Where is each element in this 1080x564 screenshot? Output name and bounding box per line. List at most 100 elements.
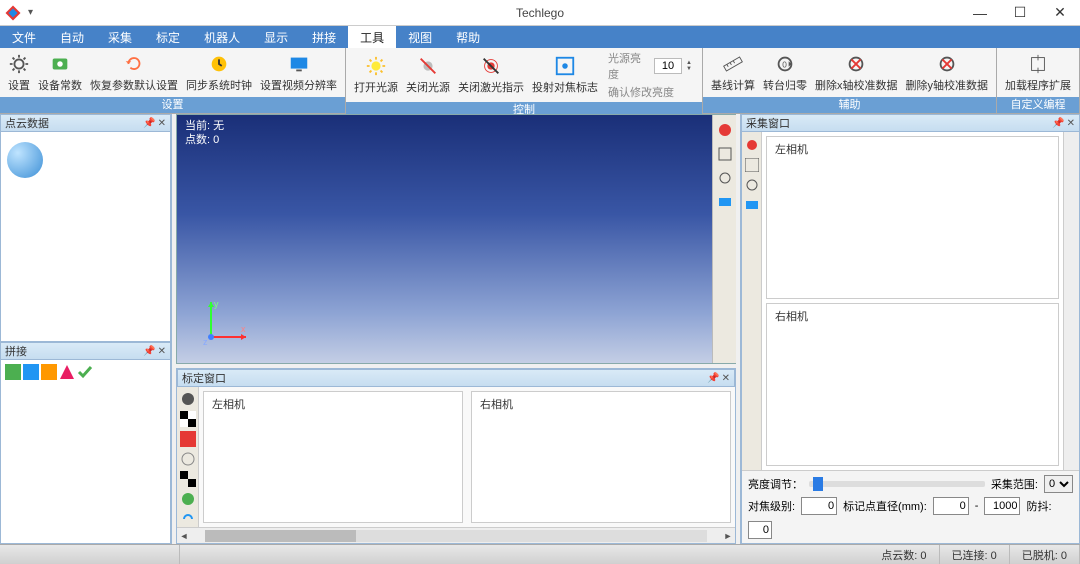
calibration-h-scrollbar[interactable]: ◄ ► — [177, 527, 735, 543]
calib-tool-2-icon[interactable] — [180, 411, 196, 427]
scroll-left-icon[interactable]: ◄ — [177, 531, 191, 541]
marker-max-input[interactable] — [984, 497, 1020, 515]
maximize-button[interactable]: ☐ — [1000, 0, 1040, 26]
menu-item-6[interactable]: 拼接 — [300, 26, 348, 48]
calib-tool-6-icon[interactable] — [180, 491, 196, 507]
button-label: 转台归零 — [763, 77, 807, 93]
ruler-button[interactable]: 基线计算 — [707, 53, 759, 93]
calibration-left-camera[interactable]: 左相机 — [203, 391, 463, 523]
status-bar: 点云数: 0 已连接: 0 已脱机: 0 — [0, 544, 1080, 564]
calib-tool-4-icon[interactable] — [180, 451, 196, 467]
plugin-button[interactable]: 加载程序扩展 — [1001, 53, 1075, 93]
monitor-button[interactable]: 设置视频分辨率 — [256, 53, 341, 93]
light-off-button[interactable]: 关闭光源 — [402, 55, 454, 95]
quick-access-dropdown[interactable]: ▾ — [28, 7, 33, 18]
pin-icon[interactable]: 📌 — [143, 118, 155, 129]
capture-tool-2-icon[interactable] — [745, 158, 759, 172]
minimize-button[interactable]: — — [960, 0, 1000, 26]
view-tool-3-icon[interactable] — [716, 169, 734, 187]
pin-icon[interactable]: 📌 — [143, 346, 155, 357]
menu-bar: 文件自动采集标定机器人显示拼接工具视图帮助 — [0, 26, 1080, 48]
scroll-right-icon[interactable]: ► — [721, 531, 735, 541]
view-tool-1-icon[interactable] — [716, 121, 734, 139]
stitch-tool-5-icon[interactable] — [77, 364, 93, 380]
capture-header[interactable]: 采集窗口 📌✕ — [741, 114, 1080, 132]
ribbon-group-1: 打开光源关闭光源关闭激光指示投射对焦标志光源亮度▲▼确认修改亮度控制 — [346, 48, 703, 113]
capture-tool-3-icon[interactable] — [745, 178, 759, 192]
calibration-header[interactable]: 标定窗口 📌✕ — [177, 369, 735, 387]
panel-close-icon[interactable]: ✕ — [722, 373, 730, 384]
brightness-slider[interactable] — [809, 481, 985, 487]
gear-button[interactable]: 设置 — [4, 53, 34, 93]
view3d[interactable]: 当前: 无 点数: 0 x y z — [176, 114, 736, 364]
delete-y-cal-button[interactable]: 删除y轴校准数据 — [902, 53, 993, 93]
brightness-controls: 光源亮度▲▼确认修改亮度 — [602, 50, 698, 100]
light-on-button[interactable]: 打开光源 — [350, 55, 402, 95]
close-button[interactable]: ✕ — [1040, 0, 1080, 26]
capture-tool-1-icon[interactable] — [745, 138, 759, 152]
menu-item-5[interactable]: 显示 — [252, 26, 300, 48]
rotate-zero-button[interactable]: 0转台归零 — [759, 53, 811, 93]
svg-text:x: x — [241, 324, 246, 334]
workspace: 点云数据 📌✕ 拼接 📌✕ 当前: 无 — [0, 114, 1080, 544]
stitch-tool-1-icon[interactable] — [5, 364, 21, 380]
title-bar: ▾ Techlego — ☐ ✕ — [0, 0, 1080, 26]
calib-tool-3-icon[interactable] — [180, 431, 196, 447]
panel-close-icon[interactable]: ✕ — [1067, 118, 1075, 129]
capture-range-select[interactable]: 0 — [1044, 475, 1073, 493]
focus-level-label: 对焦级别: — [748, 498, 795, 514]
point-cloud-panel: 点云数据 📌✕ — [0, 114, 171, 342]
menu-item-9[interactable]: 帮助 — [444, 26, 492, 48]
calib-tool-1-icon[interactable] — [180, 391, 196, 407]
restore-button[interactable]: 恢复参数默认设置 — [86, 53, 182, 93]
anti-shake-input[interactable] — [748, 521, 772, 539]
points-label: 点数: 0 — [185, 133, 224, 147]
pin-icon[interactable]: 📌 — [707, 373, 719, 384]
menu-item-7[interactable]: 工具 — [348, 26, 396, 48]
panel-title: 采集窗口 — [746, 115, 790, 131]
pin-icon[interactable]: 📌 — [1052, 118, 1064, 129]
capture-right-camera[interactable]: 右相机 — [766, 303, 1059, 466]
focus-target-button[interactable]: 投射对焦标志 — [528, 55, 602, 95]
left-camera-label: 左相机 — [212, 396, 245, 412]
point-cloud-header[interactable]: 点云数据 📌✕ — [0, 114, 171, 132]
view-tool-4-icon[interactable] — [716, 193, 734, 211]
stitch-tool-4-icon[interactable] — [59, 364, 75, 380]
stitch-header[interactable]: 拼接 📌✕ — [0, 342, 171, 360]
menu-item-2[interactable]: 采集 — [96, 26, 144, 48]
capture-tool-4-icon[interactable] — [745, 198, 759, 212]
spinner-down-icon[interactable]: ▼ — [686, 66, 692, 72]
button-label: 打开光源 — [354, 79, 398, 95]
brightness-input[interactable] — [654, 58, 682, 74]
marker-min-input[interactable] — [933, 497, 969, 515]
capture-v-scrollbar[interactable] — [1063, 132, 1079, 470]
focus-level-input[interactable] — [801, 497, 837, 515]
calibration-right-camera[interactable]: 右相机 — [471, 391, 731, 523]
capture-left-camera[interactable]: 左相机 — [766, 136, 1059, 299]
stitch-tool-2-icon[interactable] — [23, 364, 39, 380]
view-tool-2-icon[interactable] — [716, 145, 734, 163]
clock-button[interactable]: 同步系统时钟 — [182, 53, 256, 93]
axis-gizmo: x y z — [201, 297, 251, 347]
ribbon-group-0: 设置设备常数恢复参数默认设置同步系统时钟设置视频分辨率设置 — [0, 48, 346, 113]
point-cloud-sphere[interactable] — [7, 142, 43, 178]
menu-item-4[interactable]: 机器人 — [192, 26, 252, 48]
point-cloud-body — [0, 132, 171, 342]
button-label: 同步系统时钟 — [186, 77, 252, 93]
menu-item-8[interactable]: 视图 — [396, 26, 444, 48]
calib-tool-7-icon[interactable] — [180, 511, 196, 527]
svg-text:z: z — [203, 337, 208, 347]
panel-close-icon[interactable]: ✕ — [158, 346, 166, 357]
calib-tool-5-icon[interactable] — [180, 471, 196, 487]
device-button[interactable]: 设备常数 — [34, 53, 86, 93]
brightness-confirm-button[interactable]: 确认修改亮度 — [608, 84, 692, 100]
panel-close-icon[interactable]: ✕ — [158, 118, 166, 129]
button-label: 删除x轴校准数据 — [815, 77, 898, 93]
stitch-tool-3-icon[interactable] — [41, 364, 57, 380]
menu-item-1[interactable]: 自动 — [48, 26, 96, 48]
app-logo — [4, 4, 22, 22]
menu-item-0[interactable]: 文件 — [0, 26, 48, 48]
menu-item-3[interactable]: 标定 — [144, 26, 192, 48]
delete-x-cal-button[interactable]: 删除x轴校准数据 — [811, 53, 902, 93]
laser-off-button[interactable]: 关闭激光指示 — [454, 55, 528, 95]
